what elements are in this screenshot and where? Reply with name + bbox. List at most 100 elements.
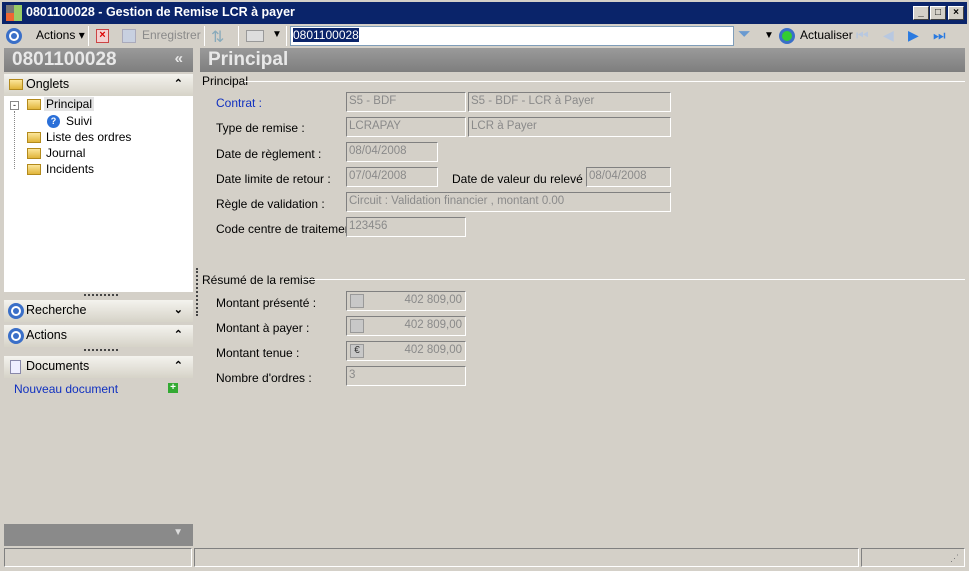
circle-icon: [8, 328, 24, 344]
currency-button[interactable]: [350, 319, 364, 333]
status-pane: [4, 548, 192, 567]
apayer-label: Montant à payer :: [216, 321, 310, 335]
group-principal-label: Principal: [202, 74, 249, 88]
date-valeur-label: Date de valeur du relevé :: [452, 172, 590, 186]
window-title: 0801100028 - Gestion de Remise LCR à pay…: [26, 5, 295, 19]
save-icon: [122, 29, 136, 43]
record-header: 0801100028 «: [4, 48, 193, 72]
code-centre-field[interactable]: 123456: [346, 217, 466, 237]
collapse-icon[interactable]: ⌃: [174, 328, 183, 341]
divider: [244, 81, 965, 82]
collapse-icon[interactable]: ⌃: [174, 77, 183, 90]
date-valeur-field[interactable]: 08/04/2008: [586, 167, 671, 187]
currency-button[interactable]: [350, 294, 364, 308]
collapse-sidebar-button[interactable]: «: [175, 50, 183, 67]
regle-field[interactable]: Circuit : Validation financier , montant…: [346, 192, 671, 212]
date-reglement-field[interactable]: 08/04/2008: [346, 142, 438, 162]
refresh-icon[interactable]: [779, 28, 795, 44]
search-input[interactable]: 0801100028: [290, 26, 734, 46]
tree-item-incidents[interactable]: Incidents: [46, 162, 94, 176]
type-desc-field[interactable]: LCR à Payer: [468, 117, 671, 137]
tenue-value: 402 809,00: [404, 344, 462, 356]
delete-icon[interactable]: ×: [96, 29, 109, 43]
close-button[interactable]: ×: [948, 6, 964, 20]
print-dropdown-icon[interactable]: ▼: [272, 29, 282, 40]
filter-icon[interactable]: ⏷: [738, 26, 751, 44]
open-folder-icon: [27, 99, 41, 110]
tree-item-suivi[interactable]: Suivi: [66, 114, 92, 128]
nb-ordres-label: Nombre d'ordres :: [216, 371, 312, 385]
maximize-button[interactable]: □: [930, 6, 946, 20]
panel-documents[interactable]: Documents ⌃: [4, 356, 193, 378]
filter-dropdown-icon[interactable]: ▼: [764, 30, 774, 41]
panel-label: Actions: [26, 328, 67, 342]
regle-label: Règle de validation :: [216, 197, 325, 211]
refresh-button[interactable]: Actualiser: [800, 28, 853, 42]
status-bar: ⋰: [4, 548, 965, 567]
document-icon: [10, 360, 21, 374]
last-record-icon[interactable]: ⏭: [933, 27, 946, 44]
panel-onglets[interactable]: Onglets ⌃: [4, 74, 193, 96]
separator: [88, 26, 89, 46]
sync-icon[interactable]: ⇅: [211, 27, 224, 47]
euro-icon[interactable]: €: [350, 344, 364, 358]
tree-item-principal[interactable]: Principal: [44, 97, 95, 111]
date-limite-field[interactable]: 07/04/2008: [346, 167, 438, 187]
date-reglement-label: Date de règlement :: [216, 147, 322, 161]
help-icon: ?: [47, 115, 60, 128]
new-document-link[interactable]: Nouveau document: [14, 382, 118, 396]
folder-icon: [27, 132, 41, 143]
presente-label: Montant présenté :: [216, 296, 317, 310]
panel-label: Documents: [26, 359, 90, 373]
apayer-value: 402 809,00: [404, 319, 462, 331]
tree-line: [14, 111, 15, 169]
tree-item-liste-ordres[interactable]: Liste des ordres: [46, 130, 131, 144]
type-label: Type de remise :: [216, 121, 305, 135]
splitter-grip[interactable]: [84, 349, 118, 352]
folder-icon: [9, 79, 23, 90]
panel-label: Recherche: [26, 303, 87, 317]
toolbar: Actions ▾ × Enregistrer ⇅ ▼ 0801100028 ⏷…: [0, 24, 969, 48]
sidebar-footer[interactable]: ▼: [4, 524, 193, 546]
previous-record-icon[interactable]: ◀: [883, 27, 894, 44]
separator: [286, 26, 287, 46]
print-icon[interactable]: [246, 30, 264, 42]
first-record-icon[interactable]: ⏮: [856, 27, 869, 44]
tree-collapse-icon[interactable]: -: [10, 101, 19, 110]
actions-label: Actions: [36, 28, 76, 42]
title-bar: 0801100028 - Gestion de Remise LCR à pay…: [0, 0, 969, 24]
code-centre-label: Code centre de traitement :: [216, 222, 362, 236]
presente-field[interactable]: 402 809,00: [346, 291, 466, 311]
minimize-button[interactable]: _: [913, 6, 929, 20]
divider: [302, 279, 965, 280]
tenue-field[interactable]: €402 809,00: [346, 341, 466, 361]
circle-icon: [8, 303, 24, 319]
add-icon[interactable]: +: [168, 383, 178, 393]
sidebar: Onglets ⌃ - Principal ? Suivi Liste des o…: [4, 74, 193, 548]
contrat-desc-field[interactable]: S5 - BDF - LCR à Payer: [468, 92, 671, 112]
resize-grip-icon[interactable]: ⋰: [950, 553, 959, 564]
save-button[interactable]: Enregistrer: [142, 28, 201, 42]
nb-ordres-field[interactable]: 3: [346, 366, 466, 386]
expand-icon[interactable]: ⌄: [174, 303, 183, 316]
actions-menu[interactable]: Actions ▾: [36, 28, 85, 42]
tenue-label: Montant tenue :: [216, 346, 300, 360]
page-title: Principal: [200, 48, 965, 72]
menu-circle-icon[interactable]: [6, 28, 22, 44]
next-record-icon[interactable]: ▶: [908, 27, 919, 44]
record-number: 0801100028: [12, 49, 117, 70]
collapse-icon[interactable]: ⌃: [174, 359, 183, 372]
status-pane: [194, 548, 859, 567]
type-code-field[interactable]: LCRAPAY: [346, 117, 466, 137]
tabs-tree: - Principal ? Suivi Liste des ordres Jou…: [4, 96, 193, 292]
tree-item-journal[interactable]: Journal: [46, 146, 85, 160]
panel-recherche[interactable]: Recherche ⌄: [4, 300, 193, 322]
contrat-code-field[interactable]: S5 - BDF: [346, 92, 466, 112]
apayer-field[interactable]: 402 809,00: [346, 316, 466, 336]
contrat-link[interactable]: Contrat :: [216, 96, 262, 110]
search-value: 0801100028: [293, 28, 359, 42]
splitter-handle[interactable]: [196, 268, 198, 316]
panel-actions[interactable]: Actions ⌃: [4, 325, 193, 347]
splitter-grip[interactable]: [84, 294, 118, 297]
separator: [204, 26, 205, 46]
